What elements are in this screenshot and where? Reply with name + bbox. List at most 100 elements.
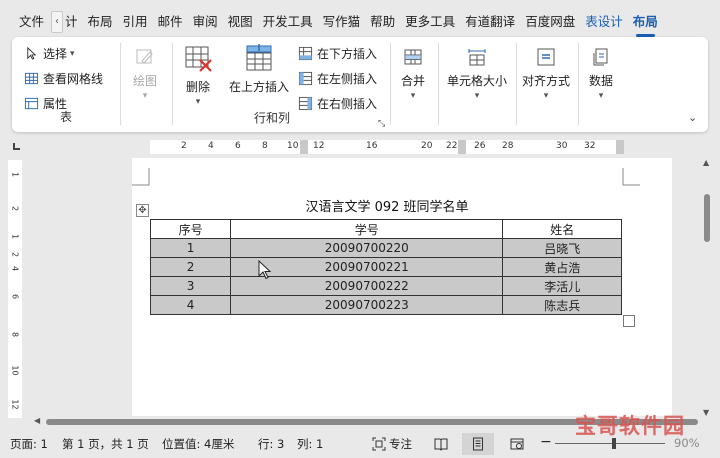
print-layout-button[interactable] bbox=[462, 433, 494, 455]
header-cell[interactable]: 姓名 bbox=[502, 219, 622, 239]
view-gridlines-button[interactable]: 查看网格线 bbox=[24, 68, 120, 88]
insert-right-icon bbox=[298, 96, 313, 110]
ruler-strip[interactable] bbox=[150, 140, 624, 154]
insert-left-button[interactable]: 在左侧插入 bbox=[298, 68, 382, 88]
student-table[interactable]: 序号 学号 姓名 1 20090700220 吕晓飞 2 20090700221… bbox=[149, 219, 622, 315]
zoom-out-button[interactable]: − bbox=[540, 434, 552, 450]
group-divider bbox=[172, 43, 173, 125]
vertical-scroll-thumb[interactable] bbox=[704, 194, 710, 242]
scroll-up-icon[interactable]: ▲ bbox=[703, 158, 709, 167]
ruler-number: 16 bbox=[366, 141, 378, 151]
grid-icon bbox=[24, 72, 39, 84]
zoom-slider[interactable] bbox=[555, 443, 665, 444]
column-marker[interactable] bbox=[300, 140, 308, 154]
vertical-ruler[interactable]: 1 2 1 2 4 6 8 10 12 bbox=[8, 160, 22, 418]
ruler-number: 4 bbox=[208, 141, 214, 151]
ruler-number: 8 bbox=[10, 331, 20, 338]
merge-cells-icon bbox=[404, 49, 422, 65]
scroll-left-icon[interactable]: ◀ bbox=[34, 416, 40, 425]
table-cell[interactable]: 4 bbox=[149, 295, 232, 315]
ruler-number: 10 bbox=[10, 365, 20, 376]
delete-table-icon bbox=[185, 46, 212, 72]
insert-right-label: 在右侧插入 bbox=[317, 96, 378, 111]
chevron-down-icon: ▾ bbox=[474, 91, 480, 101]
web-layout-icon[interactable] bbox=[510, 437, 524, 451]
document-title[interactable]: 汉语言文学 092 班同学名单 bbox=[132, 196, 642, 215]
dialog-launcher-icon[interactable]: ⤡ bbox=[378, 119, 385, 129]
draw-table-icon bbox=[136, 49, 153, 64]
alignment-label: 对齐方式 bbox=[521, 74, 570, 88]
ruler-number: 12 bbox=[10, 399, 20, 410]
data-button[interactable]: 数据 ▾ bbox=[586, 47, 616, 101]
alignment-button[interactable]: 对齐方式 ▾ bbox=[520, 47, 572, 101]
insert-right-button[interactable]: 在右侧插入 bbox=[298, 93, 382, 113]
ribbon-panel: 选择 ▾ 查看网格线 属性 表 绘图 ▾ 删除 ▾ 在上方插入 在下方插入 在左… bbox=[12, 37, 708, 132]
table-cell[interactable]: 吕晓飞 bbox=[502, 238, 622, 258]
table-resize-handle[interactable] bbox=[623, 315, 635, 327]
crop-mark-top-right bbox=[622, 168, 640, 186]
group-divider bbox=[516, 43, 517, 125]
ruler-number: 20 bbox=[421, 141, 433, 151]
chevron-down-icon: ▾ bbox=[543, 91, 549, 101]
table-header-row[interactable]: 序号 学号 姓名 bbox=[149, 219, 622, 239]
focus-label[interactable]: 专注 bbox=[389, 436, 412, 452]
status-page[interactable]: 页面: 1 bbox=[10, 436, 48, 452]
mouse-pointer-icon bbox=[258, 260, 272, 280]
ruler-number: 8 bbox=[262, 141, 268, 151]
ruler-number: 6 bbox=[235, 141, 241, 151]
column-marker[interactable] bbox=[458, 140, 466, 154]
delete-button[interactable]: 删除 ▾ bbox=[180, 43, 216, 107]
table-cell[interactable]: 李活儿 bbox=[502, 276, 622, 296]
tab-scroll-left-button[interactable]: ‹ bbox=[51, 11, 64, 33]
draw-button[interactable]: 绘图 ▾ bbox=[130, 47, 160, 101]
group-table-label: 表 bbox=[60, 110, 73, 124]
document-area[interactable]: ✥ 汉语言文学 092 班同学名单 序号 学号 姓名 1 20090700220… bbox=[30, 158, 698, 416]
table-cell[interactable]: 1 bbox=[149, 238, 232, 258]
status-line[interactable]: 行: 3 bbox=[258, 436, 284, 452]
merge-button[interactable]: 合并 ▾ bbox=[398, 47, 428, 101]
ruler-number: 22 bbox=[446, 141, 458, 151]
tab-selector-icon[interactable] bbox=[13, 143, 20, 150]
insert-above-button[interactable]: 在上方插入 bbox=[228, 43, 290, 95]
alignment-icon bbox=[537, 48, 555, 66]
group-divider bbox=[390, 43, 391, 125]
insert-small-buttons: 在下方插入 在左侧插入 在右侧插入 bbox=[298, 43, 382, 129]
group-divider bbox=[578, 43, 579, 125]
header-cell[interactable]: 序号 bbox=[149, 219, 232, 239]
table-cell[interactable]: 20090700220 bbox=[230, 238, 504, 258]
ruler-number: 2 bbox=[181, 141, 187, 151]
group-rows-cols-label: 行和列 bbox=[254, 111, 291, 125]
select-button[interactable]: 选择 ▾ bbox=[24, 43, 120, 63]
vertical-scrollbar[interactable]: ▲ ▼ bbox=[700, 158, 716, 420]
table-row[interactable]: 3 20090700222 李活儿 bbox=[149, 276, 622, 296]
table-cell[interactable]: 黄占浩 bbox=[502, 257, 622, 277]
cursor-arrow-icon bbox=[27, 46, 37, 60]
table-cell[interactable]: 3 bbox=[149, 276, 232, 296]
collapse-ribbon-icon[interactable]: ⌄ bbox=[688, 111, 697, 124]
document-page[interactable]: ✥ 汉语言文学 092 班同学名单 序号 学号 姓名 1 20090700220… bbox=[132, 158, 672, 416]
table-row[interactable]: 4 20090700223 陈志兵 bbox=[149, 295, 622, 315]
header-cell[interactable]: 学号 bbox=[230, 219, 504, 239]
table-properties-icon bbox=[24, 97, 39, 109]
table-cell[interactable]: 2 bbox=[149, 257, 232, 277]
read-mode-icon[interactable] bbox=[434, 437, 448, 451]
scroll-down-icon[interactable]: ▼ bbox=[703, 408, 709, 417]
insert-below-button[interactable]: 在下方插入 bbox=[298, 43, 382, 63]
ruler-number: 6 bbox=[10, 293, 20, 300]
cell-size-button[interactable]: 单元格大小 ▾ bbox=[446, 47, 508, 101]
ruler-number: 12 bbox=[313, 141, 325, 151]
group-divider bbox=[438, 43, 439, 125]
focus-icon[interactable] bbox=[372, 437, 386, 451]
table-cell[interactable]: 20090700223 bbox=[230, 295, 504, 315]
table-cell[interactable]: 陈志兵 bbox=[502, 295, 622, 315]
status-column[interactable]: 列: 1 bbox=[297, 436, 323, 452]
table-row[interactable]: 1 20090700220 吕晓飞 bbox=[149, 238, 622, 258]
insert-left-label: 在左侧插入 bbox=[317, 71, 378, 86]
group-divider bbox=[120, 43, 121, 125]
ruler-number: 10 bbox=[287, 141, 299, 151]
ruler-margin-right bbox=[616, 140, 624, 154]
crop-mark-top-left bbox=[132, 168, 150, 186]
status-page-count[interactable]: 第 1 页，共 1 页 bbox=[62, 436, 149, 452]
table-row[interactable]: 2 20090700221 黄占浩 bbox=[149, 257, 622, 277]
status-position[interactable]: 位置值: 4厘米 bbox=[162, 436, 234, 452]
